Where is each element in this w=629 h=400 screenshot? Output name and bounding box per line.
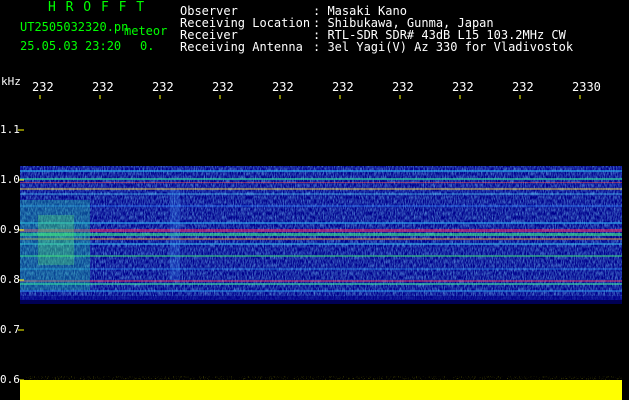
- signal-band: [20, 280, 622, 282]
- x-tick-label: 232: [512, 80, 534, 94]
- x-tick-label: 232: [392, 80, 414, 94]
- y-tick-label: 0.8: [0, 273, 20, 286]
- signal-band: [20, 233, 622, 236]
- y-tick-label: 1.1: [0, 123, 20, 136]
- signal-band: [20, 283, 622, 285]
- x-tick-label: 232: [452, 80, 474, 94]
- signal-band: [20, 205, 622, 207]
- spectrogram: [0, 95, 629, 400]
- y-tick-label: 0.6: [0, 373, 20, 386]
- signal-band: [20, 290, 622, 292]
- x-tick-label: 232: [32, 80, 54, 94]
- signal-band: [20, 238, 622, 240]
- signal-band: [20, 193, 622, 195]
- x-tick-label: 2330: [572, 80, 601, 94]
- y-unit-label: kHz: [1, 75, 21, 88]
- x-tick-label: 232: [272, 80, 294, 94]
- signal-band: [20, 170, 622, 172]
- signal-band: [20, 178, 622, 180]
- signal-band: [20, 243, 622, 245]
- signal-band: [20, 255, 622, 257]
- y-tick-label: 0.9: [0, 223, 20, 236]
- y-tick-label: 1.0: [0, 173, 20, 186]
- signal-band: [20, 222, 622, 224]
- signal-band: [20, 182, 622, 183]
- signal-band: [20, 188, 622, 190]
- signal-band: [20, 229, 622, 232]
- x-tick-label: 232: [152, 80, 174, 94]
- noise-floor: [20, 380, 622, 400]
- x-tick-label: 232: [92, 80, 114, 94]
- x-tick-label: 232: [332, 80, 354, 94]
- y-tick-label: 0.7: [0, 323, 20, 336]
- x-tick-label: 232: [212, 80, 234, 94]
- signal-band: [20, 268, 622, 270]
